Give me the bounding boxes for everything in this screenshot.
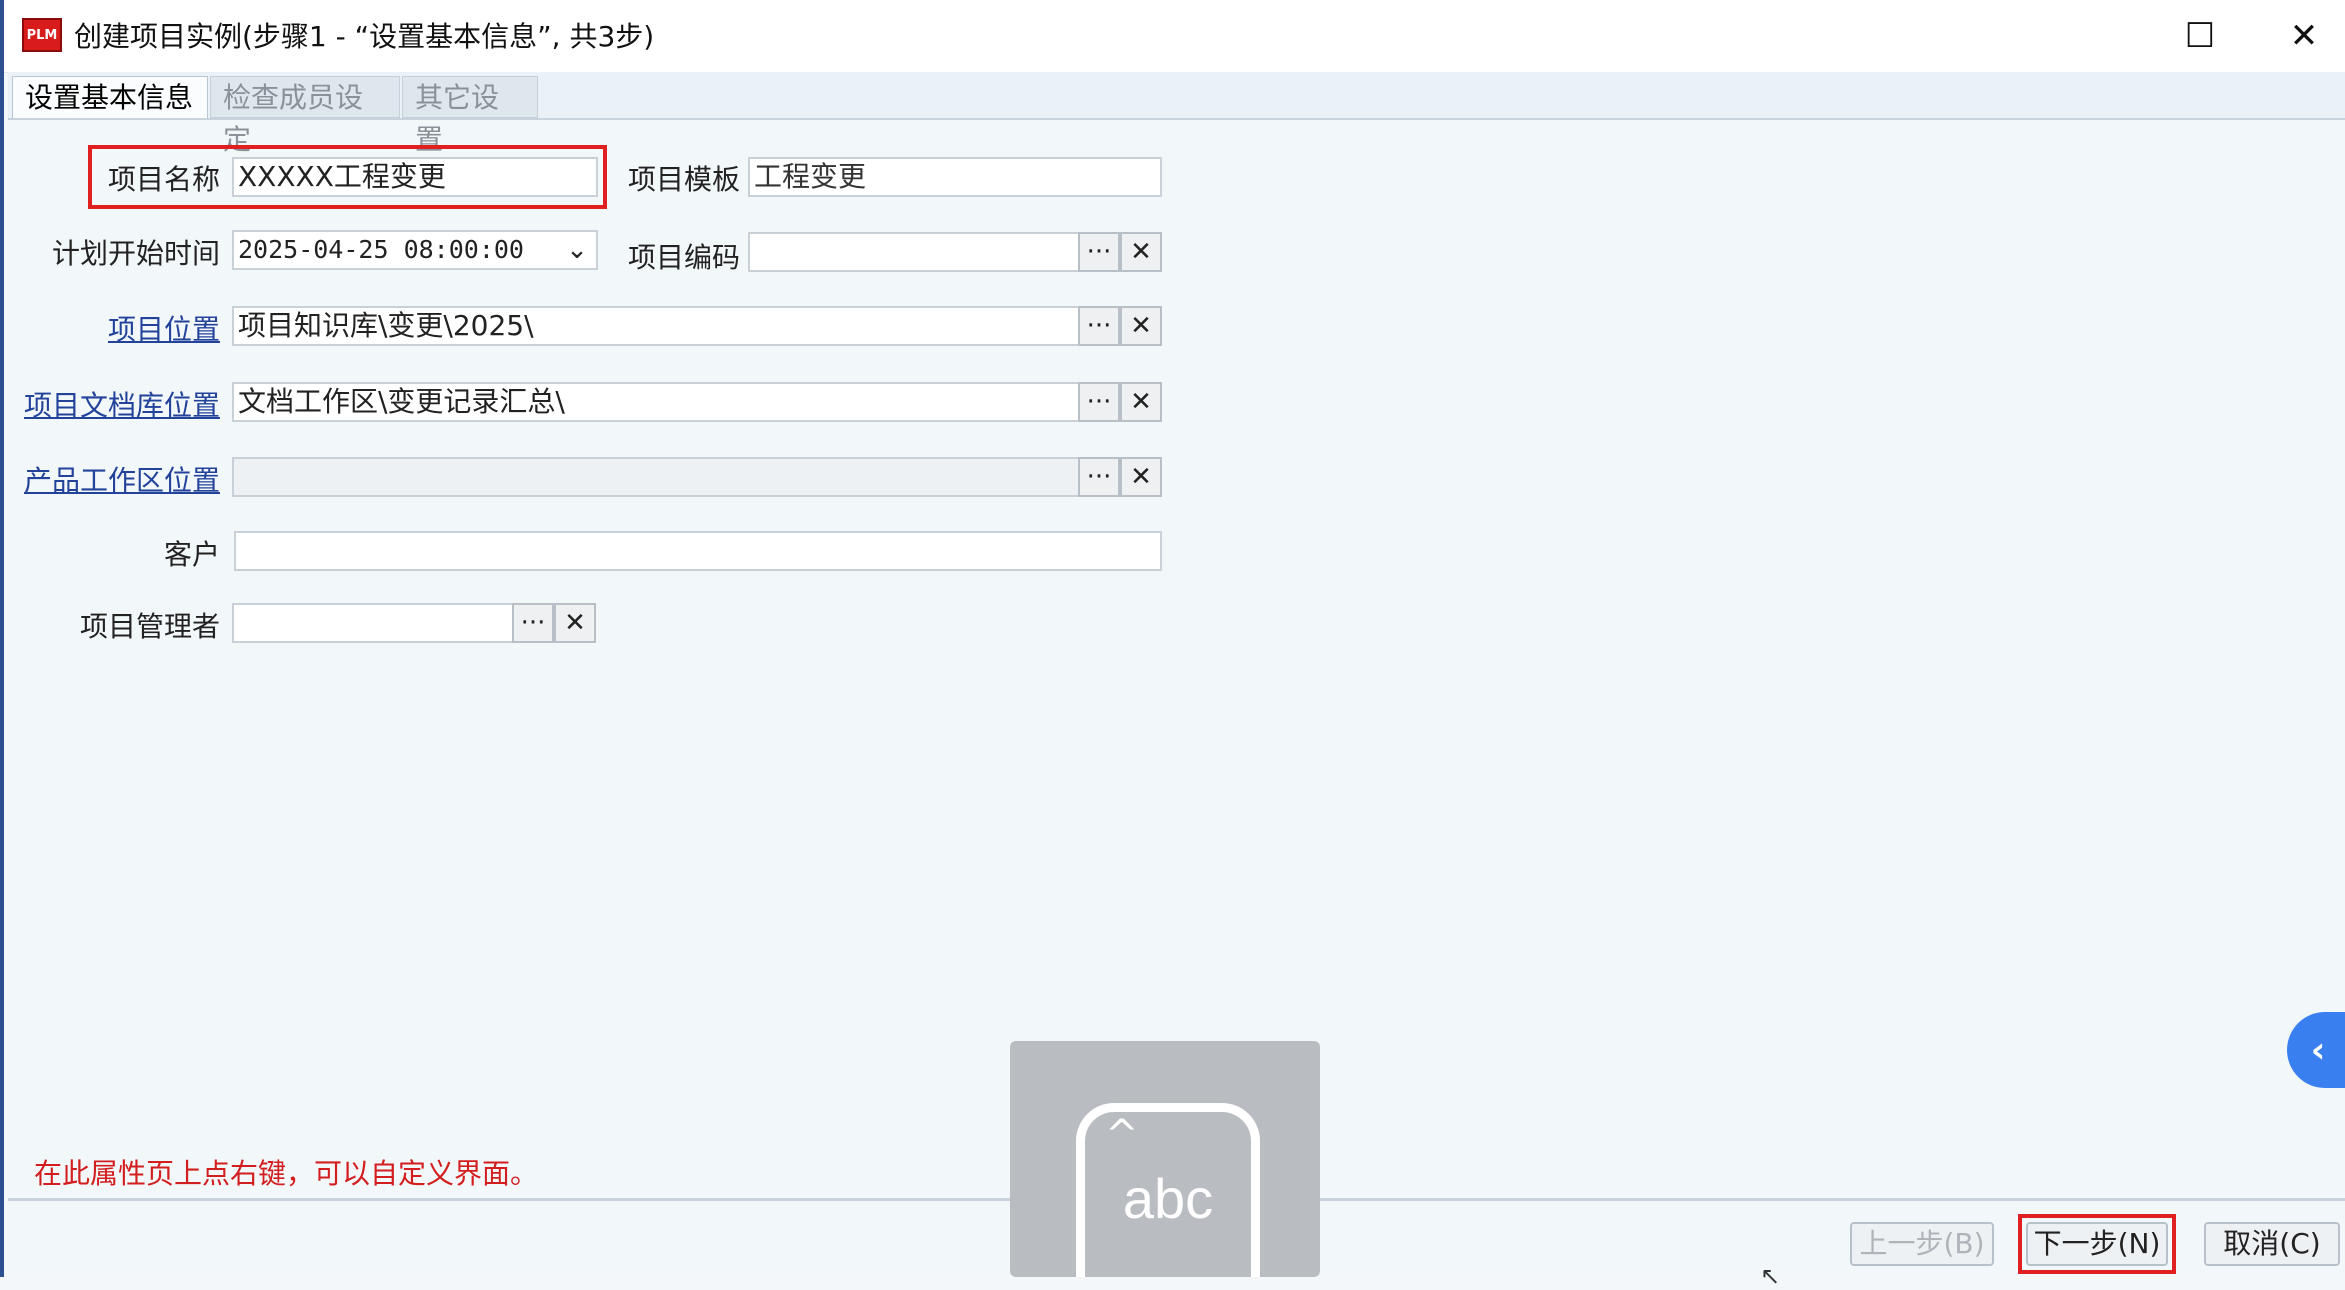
tab-bar: 设置基本信息 检查成员设定 其它设置 (8, 72, 2345, 156)
project-code-input[interactable] (748, 232, 1080, 272)
doc-location-browse-button[interactable]: ··· (1078, 382, 1120, 422)
project-name-label: 项目名称 (107, 163, 220, 196)
start-time-dropdown[interactable]: ⌄ (556, 230, 598, 270)
ime-mode-label: abc (1122, 1167, 1214, 1230)
mouse-cursor-icon: ↖ (1760, 1262, 1781, 1290)
next-button[interactable]: 下一步(N) (2026, 1222, 2168, 1266)
clear-icon: ✕ (564, 608, 586, 638)
start-time-label: 计划开始时间 (51, 237, 220, 270)
maximize-button[interactable]: ☐ (2170, 10, 2230, 62)
project-code-clear-button[interactable]: ✕ (1120, 232, 1162, 272)
project-name-input[interactable]: XXXXX工程变更 (232, 157, 598, 197)
doc-location-input[interactable]: 文档工作区\变更记录汇总\ (232, 382, 1080, 422)
clear-icon: ✕ (1130, 237, 1152, 267)
cancel-button[interactable]: 取消(C) (2204, 1222, 2340, 1266)
dialog-window: PLM 创建项目实例(步骤1 - “设置基本信息”, 共3步) ☐ ✕ 设置基本… (0, 0, 2345, 1290)
tab-basic-info[interactable]: 设置基本信息 (12, 76, 208, 118)
side-panel-toggle[interactable]: ‹ (2287, 1012, 2345, 1088)
clear-icon: ✕ (1130, 462, 1152, 492)
close-button[interactable]: ✕ (2274, 10, 2334, 62)
location-input[interactable]: 项目知识库\变更\2025\ (232, 306, 1080, 346)
manager-browse-button[interactable]: ··· (512, 603, 554, 643)
location-clear-button[interactable]: ✕ (1120, 306, 1162, 346)
manager-clear-button[interactable]: ✕ (554, 603, 596, 643)
ellipsis-icon: ··· (1086, 237, 1112, 267)
project-code-label: 项目编码 (627, 241, 740, 274)
doc-location-link[interactable]: 项目文档库位置 (20, 384, 220, 424)
location-browse-button[interactable]: ··· (1078, 306, 1120, 346)
product-location-clear-button[interactable]: ✕ (1120, 457, 1162, 497)
customize-hint: 在此属性页上点右键，可以自定义界面。 (34, 1157, 539, 1190)
title-bar: PLM 创建项目实例(步骤1 - “设置基本信息”, 共3步) ☐ ✕ (4, 0, 2345, 73)
clear-icon: ✕ (1130, 387, 1152, 417)
tab-other-settings[interactable]: 其它设置 (402, 76, 538, 156)
project-code-browse-button[interactable]: ··· (1078, 232, 1120, 272)
chevron-down-icon: ⌄ (566, 235, 588, 265)
product-location-input[interactable] (232, 457, 1080, 497)
plm-app-icon: PLM (22, 18, 62, 52)
caret-icon: ^ (1105, 1112, 1139, 1158)
keyboard-icon: ^ abc (1076, 1103, 1260, 1277)
ellipsis-icon: ··· (1086, 462, 1112, 492)
chevron-left-icon: ‹ (2310, 1029, 2326, 1071)
clear-icon: ✕ (1130, 311, 1152, 341)
tab-member-check[interactable]: 检查成员设定 (210, 76, 400, 156)
prev-button[interactable]: 上一步(B) (1850, 1222, 1994, 1266)
template-field: 工程变更 (748, 157, 1162, 197)
ellipsis-icon: ··· (520, 608, 546, 638)
doc-location-clear-button[interactable]: ✕ (1120, 382, 1162, 422)
ellipsis-icon: ··· (1086, 311, 1112, 341)
ime-overlay[interactable]: ^ abc (1010, 1041, 1320, 1277)
manager-label: 项目管理者 (79, 610, 220, 643)
manager-input[interactable] (232, 603, 514, 643)
window-title: 创建项目实例(步骤1 - “设置基本信息”, 共3步) (74, 20, 655, 53)
template-label: 项目模板 (627, 163, 740, 196)
location-link[interactable]: 项目位置 (40, 308, 220, 348)
customer-label: 客户 (163, 538, 220, 571)
product-location-browse-button[interactable]: ··· (1078, 457, 1120, 497)
start-time-value: 2025-04-25 08:00:00 (238, 235, 524, 264)
ellipsis-icon: ··· (1086, 387, 1112, 417)
start-time-input[interactable]: 2025-04-25 08:00:00 (232, 230, 598, 270)
close-icon: ✕ (2289, 16, 2319, 56)
customer-input[interactable] (234, 531, 1162, 571)
product-location-link[interactable]: 产品工作区位置 (20, 459, 220, 499)
maximize-icon: ☐ (2184, 16, 2216, 56)
